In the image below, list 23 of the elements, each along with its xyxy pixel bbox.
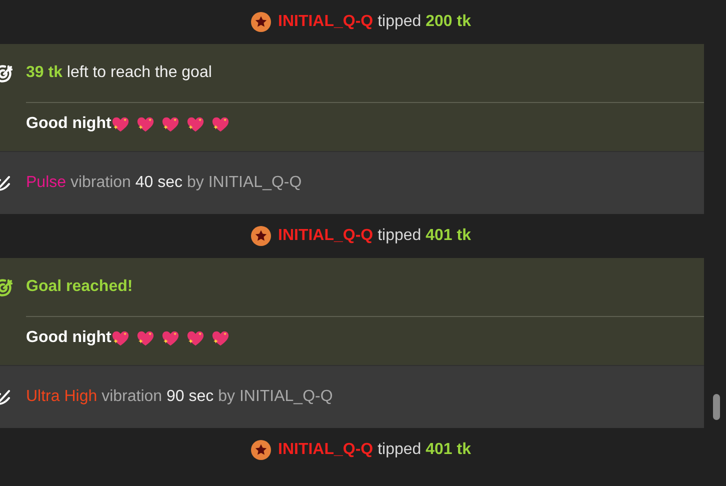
vibration-message: Pulse vibration 40 sec by INITIAL_Q-Q <box>26 174 302 192</box>
sparkling-heart-icon <box>136 328 156 348</box>
goal-subject: Good night <box>26 329 112 347</box>
tip-message: INITIAL_Q-Q tipped 200 tk <box>278 13 471 31</box>
sparkling-heart-icon <box>211 328 230 348</box>
tip-message: INITIAL_Q-Q tipped 401 tk <box>278 227 471 245</box>
star-badge-icon <box>251 226 272 246</box>
sparkling-heart-icon <box>111 328 130 348</box>
sparkling-heart-icon <box>136 114 156 134</box>
sparkling-heart-icon <box>161 328 180 348</box>
goal-status: Goal reached! <box>26 278 133 296</box>
sparkling-heart-icon <box>186 114 206 134</box>
tip-message: INITIAL_Q-Q tipped 401 tk <box>278 441 471 459</box>
sparkling-heart-icon <box>186 328 206 348</box>
sparkling-heart-icon <box>161 114 180 134</box>
star-badge-icon <box>251 12 272 32</box>
star-badge-icon <box>251 440 272 460</box>
sparkling-heart-icon <box>211 114 230 134</box>
goal-subject: Good night <box>26 115 112 133</box>
vibration-message: Ultra High vibration 90 sec by INITIAL_Q-Q <box>26 388 333 406</box>
sparkling-heart-icon <box>111 114 130 134</box>
goal-status: 39 tk left to reach the goal <box>26 64 212 82</box>
scrollbar-thumb[interactable] <box>713 394 720 420</box>
